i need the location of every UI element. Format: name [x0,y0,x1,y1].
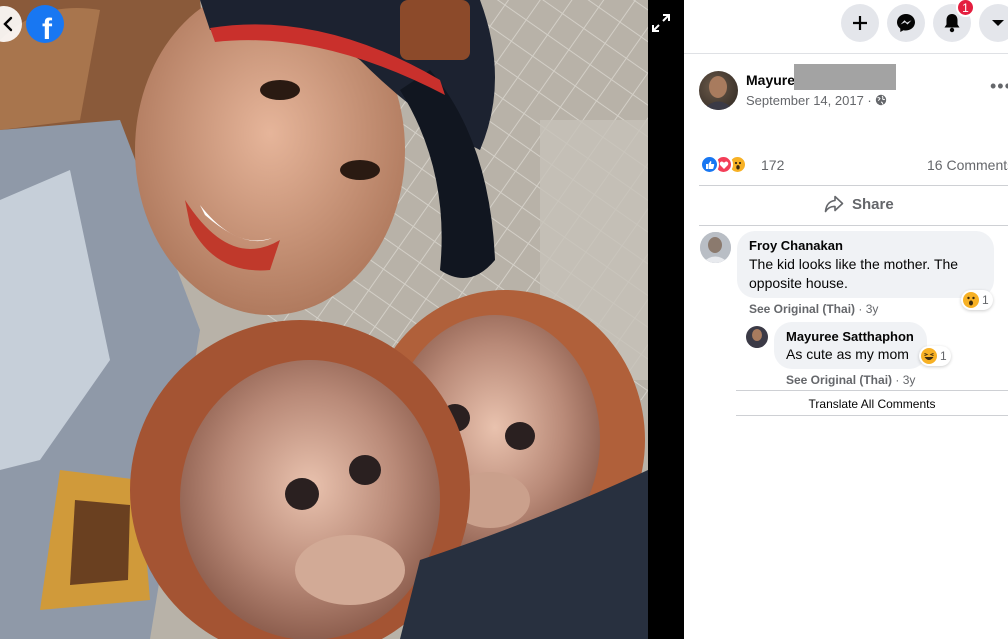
facebook-logo-icon[interactable]: f [26,5,64,43]
reply-time[interactable]: · 3y [895,373,915,387]
post-panel: 1 Mayure September 14, 2017 · ••• 172 [684,0,1008,639]
caret-down-icon [992,20,1004,26]
wow-icon [963,292,979,308]
reply-reaction[interactable]: 1 [919,346,951,366]
reaction-count[interactable]: 172 [761,157,784,173]
comment-count[interactable]: 16 Comments [927,157,1008,173]
share-icon [824,195,844,213]
plus-icon [853,16,867,30]
translate-all-link[interactable]: Translate All Comments [736,397,1008,411]
create-button[interactable] [841,4,879,42]
comment-reaction[interactable]: 1 [961,290,993,310]
reply-avatar[interactable] [746,326,768,348]
comment-time[interactable]: · 3y [858,302,878,316]
comment-reaction-count: 1 [982,293,989,307]
comment-text: The kid looks like the mother. The oppos… [749,256,959,291]
reply-bubble: Mayuree Satthaphon As cute as my mom [774,322,927,369]
back-arrow-icon [3,16,13,32]
avatar-image [700,232,731,263]
author-avatar[interactable] [699,71,738,110]
messenger-icon [897,14,915,32]
see-original-link[interactable]: See Original (Thai) [786,373,892,387]
notification-badge: 1 [956,0,975,17]
divider [699,225,1008,226]
expand-icon [652,14,670,32]
like-icon [700,155,719,174]
photo-illustration [0,0,648,639]
comment-meta: See Original (Thai) · 3y [749,302,878,316]
see-original-link[interactable]: See Original (Thai) [749,302,855,316]
reply-text: As cute as my mom [786,346,909,362]
photo-viewer: f [0,0,684,639]
haha-icon [921,348,937,364]
redaction-box [794,64,896,90]
comment-bubble: Froy Chanakan The kid looks like the mot… [737,231,994,298]
divider [736,415,1008,416]
post-photo[interactable] [0,0,648,639]
share-label: Share [852,195,894,213]
reply-reaction-count: 1 [940,349,947,363]
more-options-button[interactable]: ••• [990,76,1008,97]
replier-name[interactable]: Mayuree Satthaphon [786,329,915,344]
bell-icon [944,14,960,33]
avatar-image [748,329,766,348]
commenter-avatar[interactable] [700,232,731,263]
divider [736,390,1008,391]
globe-icon [875,94,887,106]
account-menu-button[interactable] [979,4,1008,42]
expand-button[interactable] [650,12,672,34]
share-button[interactable]: Share [824,195,894,213]
notifications-button[interactable]: 1 [933,0,975,42]
reply-meta: See Original (Thai) · 3y [786,373,915,387]
messenger-button[interactable] [887,4,925,42]
post-date[interactable]: September 14, 2017 · [746,93,872,108]
divider [699,185,1008,186]
commenter-name[interactable]: Froy Chanakan [749,238,982,253]
avatar-image [703,76,734,110]
top-bar: 1 [684,0,1008,54]
author-name[interactable]: Mayure [746,72,795,88]
